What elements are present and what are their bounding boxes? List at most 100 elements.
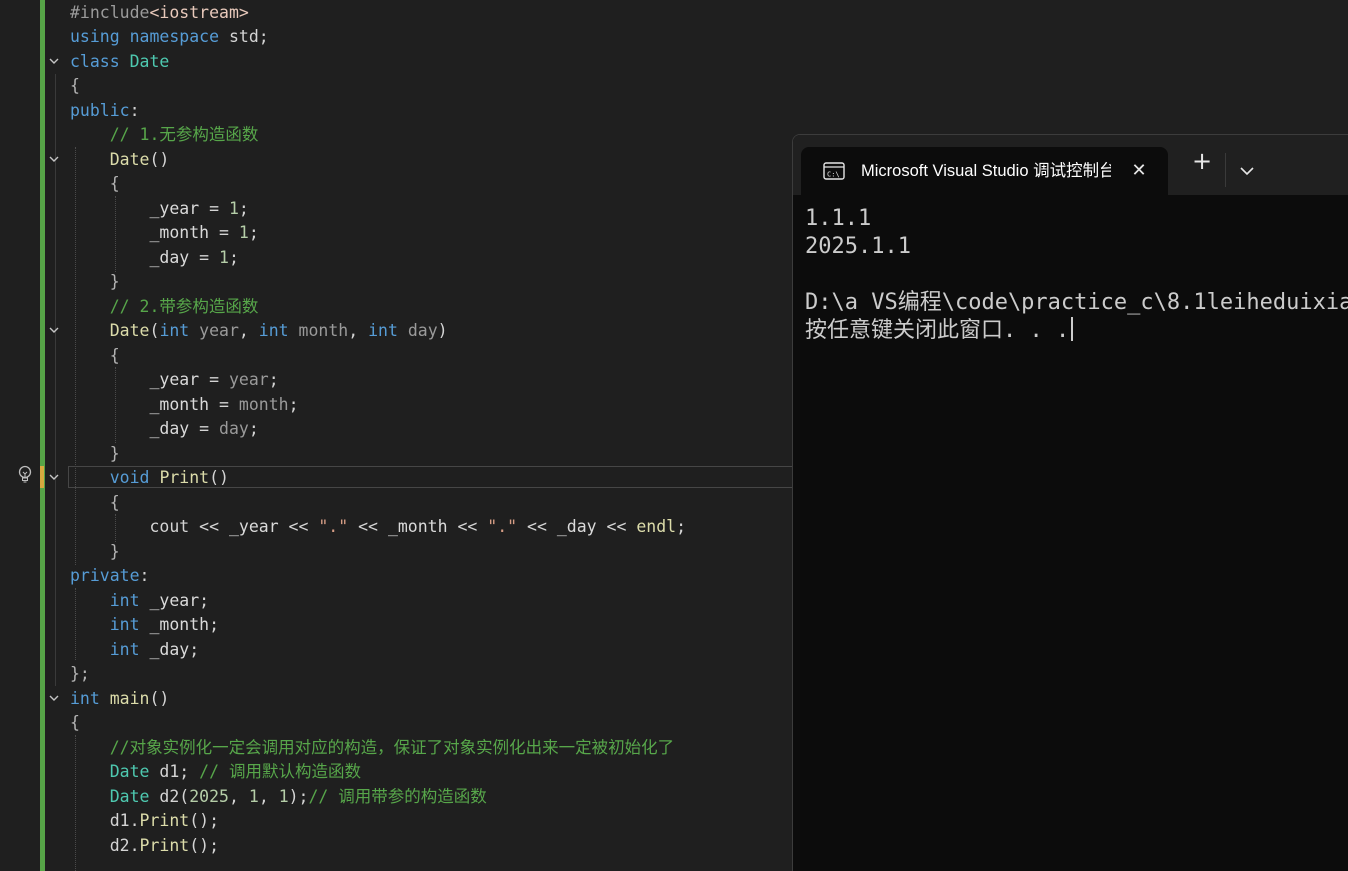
code-line[interactable]: { xyxy=(70,74,80,98)
code-token: ; xyxy=(238,198,249,218)
code-line[interactable]: Date(int year, int month, int day) xyxy=(70,319,448,343)
code-line[interactable]: _month = 1; xyxy=(70,221,258,245)
code-token: { xyxy=(70,345,120,365)
code-token: using xyxy=(70,27,120,46)
code-token: ; xyxy=(228,247,239,267)
code-token: << xyxy=(517,517,557,536)
code-token: d1. xyxy=(70,811,140,830)
code-line[interactable]: // 1.无参构造函数 xyxy=(70,123,259,147)
code-token: Date xyxy=(109,149,150,169)
code-token: = xyxy=(209,223,239,242)
code-line[interactable]: //对象实例化一定会调用对应的构造，保证了对象实例化出来一定被初始化了 xyxy=(70,736,674,760)
code-line[interactable]: void Print() xyxy=(70,466,229,490)
fold-chevron-icon[interactable] xyxy=(47,324,61,338)
code-line[interactable]: int _year; xyxy=(70,589,209,613)
output-line: 1.1.1 xyxy=(805,206,872,231)
code-token: , xyxy=(258,786,279,806)
code-token: // 调用默认构造函数 xyxy=(199,762,361,781)
code-token: ; xyxy=(248,419,259,438)
code-line[interactable]: int main() xyxy=(70,687,169,711)
code-token: ( xyxy=(149,321,160,340)
code-line[interactable]: class Date xyxy=(70,50,169,74)
code-token: year xyxy=(189,321,239,340)
code-line[interactable]: } xyxy=(70,442,120,466)
terminal-output[interactable]: 1.1.1 2025.1.1 D:\a VS编程\code\practice_c… xyxy=(805,205,1348,865)
code-token: 2025 xyxy=(189,786,229,806)
code-token: = xyxy=(189,247,220,267)
code-line[interactable]: { xyxy=(70,711,80,735)
code-token: 1 xyxy=(278,786,289,806)
code-token: Date xyxy=(109,762,150,781)
code-line[interactable]: } xyxy=(70,270,120,294)
code-token: { xyxy=(70,174,120,193)
code-line[interactable]: d1.Print(); xyxy=(70,809,219,833)
code-token: , xyxy=(348,321,369,340)
code-token: (); xyxy=(189,811,220,830)
code-line[interactable]: }; xyxy=(70,662,90,686)
code-token: << xyxy=(348,517,388,536)
terminal-tab[interactable]: C:\ Microsoft Visual Studio 调试控制台 ✕ xyxy=(801,147,1168,195)
code-line[interactable]: _year = year; xyxy=(70,368,278,392)
text-cursor xyxy=(1071,317,1074,341)
code-token: 1 xyxy=(228,198,239,218)
code-line[interactable]: #include<iostream> xyxy=(70,1,249,25)
code-token: ; xyxy=(288,394,299,414)
code-line[interactable]: { xyxy=(70,172,120,196)
code-token: = xyxy=(209,394,239,414)
code-token: "." xyxy=(487,517,518,536)
fold-chevron-icon[interactable] xyxy=(47,153,61,167)
chevron-down-icon[interactable] xyxy=(1233,157,1261,185)
code-token: _month xyxy=(139,615,210,634)
code-token: Print xyxy=(139,811,190,830)
code-line[interactable]: _day = 1; xyxy=(70,246,239,270)
code-token: int xyxy=(258,321,289,340)
code-token: ; xyxy=(676,517,687,536)
debug-console-window[interactable]: C:\ Microsoft Visual Studio 调试控制台 ✕ + 1.… xyxy=(792,134,1348,871)
code-token: day xyxy=(397,321,438,340)
fold-chevron-icon[interactable] xyxy=(47,692,61,706)
new-tab-button[interactable]: + xyxy=(1188,147,1216,175)
code-line[interactable]: cout << _year << "." << _month << "." <<… xyxy=(70,515,686,539)
code-token: 1 xyxy=(248,786,259,806)
code-token: << xyxy=(278,517,319,536)
fold-chevron-icon[interactable] xyxy=(47,55,61,69)
tab-divider xyxy=(1225,153,1226,187)
code-line[interactable]: Date d2(2025, 1, 1);// 调用带参的构造函数 xyxy=(70,785,487,809)
code-line[interactable]: } xyxy=(70,540,120,564)
code-line[interactable]: private: xyxy=(70,564,149,588)
code-token: = xyxy=(199,198,229,218)
code-token: std; xyxy=(219,27,269,46)
code-line[interactable]: // 2.带参构造函数 xyxy=(70,295,259,319)
terminal-tab-title: Microsoft Visual Studio 调试控制台 xyxy=(861,162,1111,180)
code-line[interactable]: Date d1; // 调用默认构造函数 xyxy=(70,760,361,784)
fold-chevron-icon[interactable] xyxy=(47,471,61,485)
code-token: () xyxy=(149,688,170,708)
code-line[interactable]: Date() xyxy=(70,148,170,172)
code-token: _day xyxy=(556,517,597,536)
code-line[interactable]: { xyxy=(70,344,120,368)
code-line[interactable]: using namespace std; xyxy=(70,25,269,49)
code-line[interactable]: public: xyxy=(70,99,140,123)
code-token: int xyxy=(109,615,140,634)
code-token: ; xyxy=(209,615,220,634)
output-line: 按任意键关闭此窗口. . . xyxy=(805,317,1348,345)
code-line[interactable]: _month = month; xyxy=(70,393,299,417)
code-line[interactable]: int _day; xyxy=(70,638,199,662)
code-token: // 1.无参构造函数 xyxy=(70,125,259,144)
code-token: _month xyxy=(70,394,210,414)
code-token: d1; xyxy=(149,762,200,781)
code-line[interactable]: _day = day; xyxy=(70,417,259,441)
code-line[interactable]: { xyxy=(70,491,120,515)
code-token: month xyxy=(288,321,349,340)
code-line[interactable]: d2.Print(); xyxy=(70,834,219,858)
close-tab-icon[interactable]: ✕ xyxy=(1127,159,1151,183)
code-token: d2( xyxy=(149,786,190,806)
code-line[interactable]: int _month; xyxy=(70,613,219,637)
code-token: : xyxy=(139,566,150,585)
code-token: , xyxy=(229,786,249,806)
code-line[interactable]: _year = 1; xyxy=(70,197,249,221)
